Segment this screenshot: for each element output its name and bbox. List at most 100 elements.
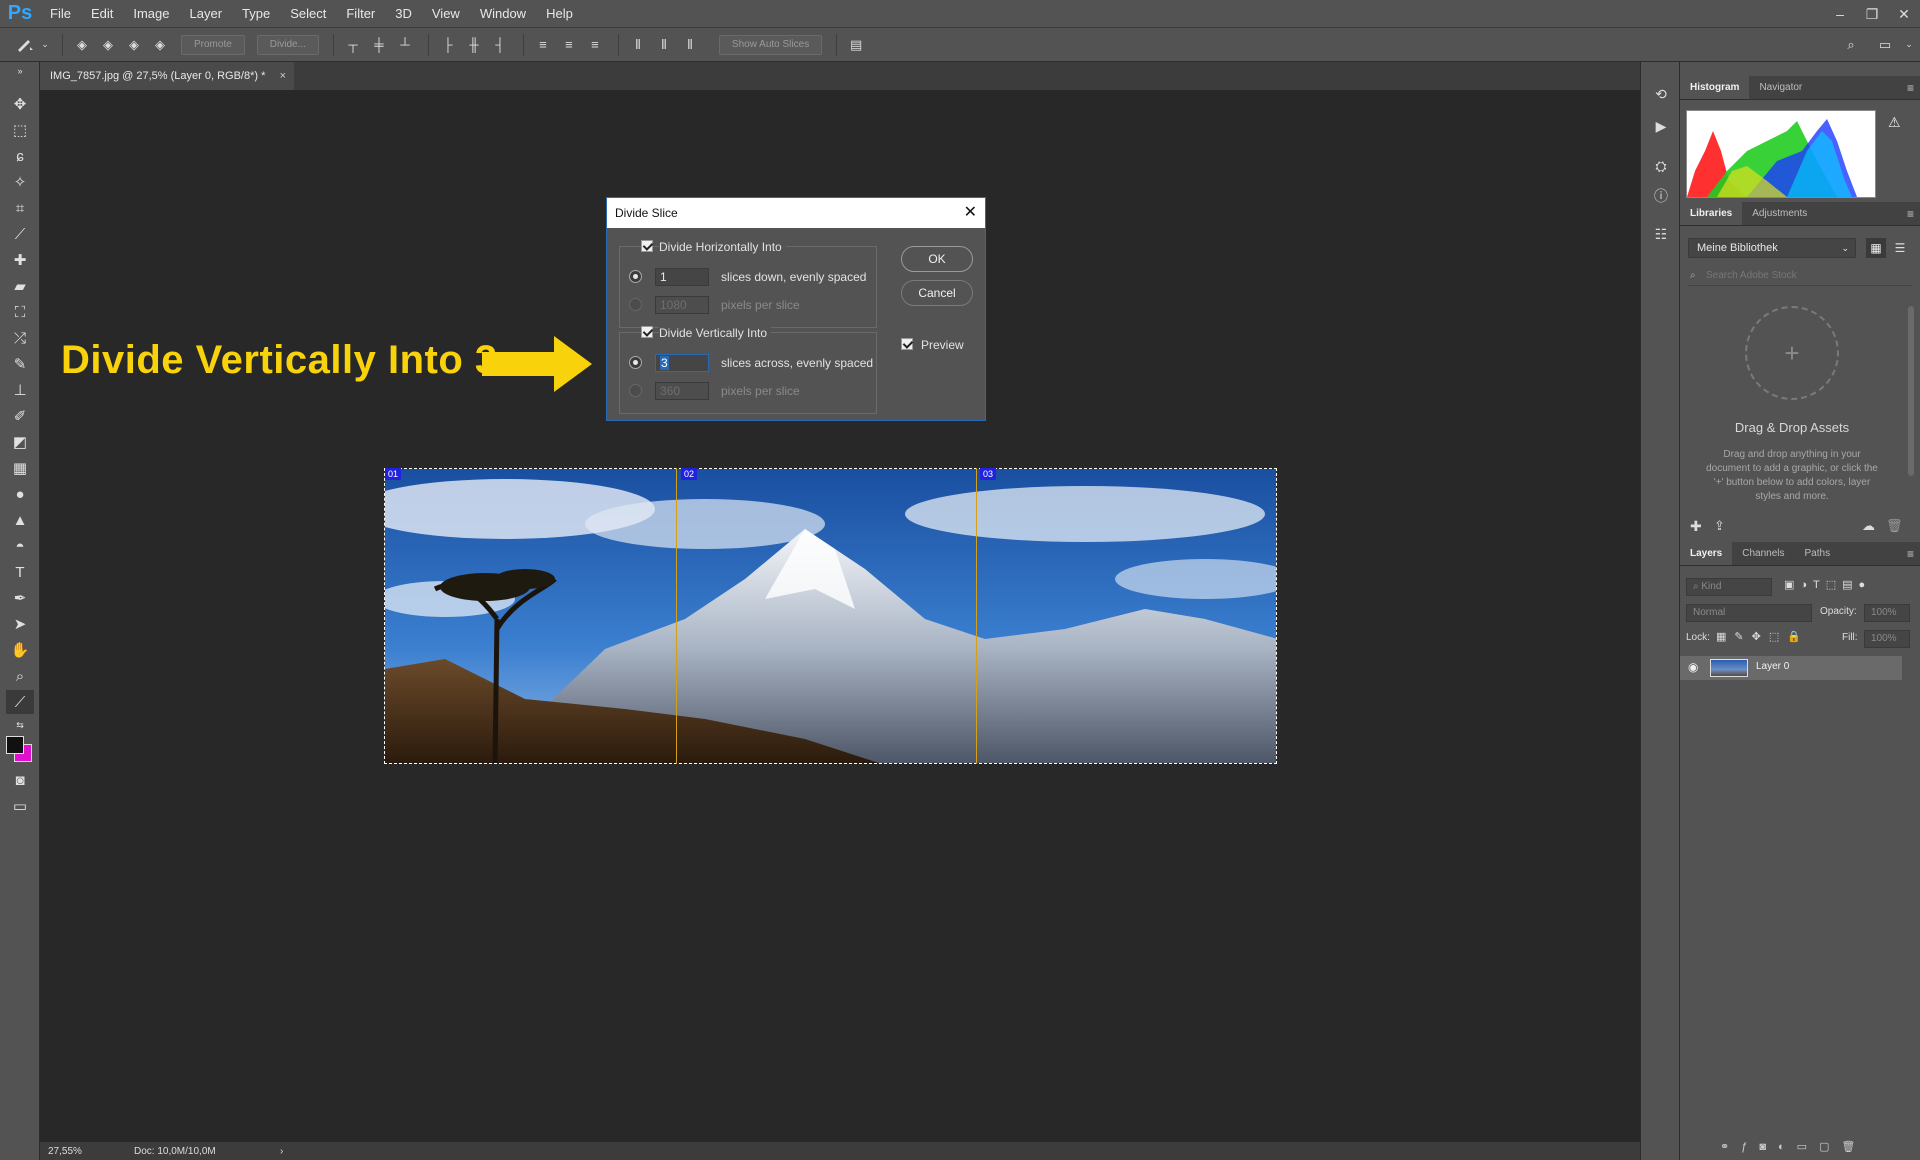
cloud-icon[interactable]: ☁ xyxy=(1862,518,1875,534)
cancel-button[interactable]: Cancel xyxy=(901,280,973,306)
distribute-left-icon[interactable]: ⫴ xyxy=(627,34,649,56)
lock-icons[interactable]: ▦✎✥⬚🔒 xyxy=(1716,630,1826,648)
library-scrollbar[interactable] xyxy=(1908,306,1914,476)
align-vcenter-icon[interactable]: ╪ xyxy=(368,34,390,56)
align-left-icon[interactable]: ├ xyxy=(437,34,459,56)
content-aware-tool-icon[interactable]: ⛶ xyxy=(6,300,34,324)
vertical-pixels-radio[interactable] xyxy=(629,384,642,397)
marquee-tool-icon[interactable]: ⬚ xyxy=(6,118,34,142)
slice-badge-01[interactable]: 01 xyxy=(385,468,402,480)
menu-view[interactable]: View xyxy=(422,0,470,28)
close-window-button[interactable]: ✕ xyxy=(1888,0,1920,28)
document-image[interactable] xyxy=(384,468,1277,764)
history-icon[interactable]: ⟲ xyxy=(1651,84,1671,104)
panel-menu-icon[interactable]: ≡ xyxy=(1907,76,1914,100)
tab-adjustments[interactable]: Adjustments xyxy=(1742,202,1817,225)
path-select-tool-icon[interactable]: ➤ xyxy=(6,612,34,636)
magic-wand-tool-icon[interactable]: ✧ xyxy=(6,170,34,194)
slice-badge-02[interactable]: 02 xyxy=(681,468,698,480)
opacity-input[interactable]: 100% xyxy=(1864,604,1910,622)
divide-button[interactable]: Divide... xyxy=(256,34,319,55)
hand-tool-icon[interactable]: ✋ xyxy=(6,638,34,662)
stock-search-input[interactable]: ⌕ Search Adobe Stock xyxy=(1688,266,1912,286)
slice-badge-03[interactable]: 03 xyxy=(980,468,997,480)
eye-icon[interactable]: ◉ xyxy=(1688,660,1698,674)
bring-forward-icon[interactable]: ◈ xyxy=(97,34,119,56)
divide-horizontally-checkbox[interactable] xyxy=(641,240,653,252)
document-tab[interactable]: IMG_7857.jpg @ 27,5% (Layer 0, RGB/8*) *… xyxy=(40,62,294,90)
blend-mode-select[interactable]: Normal xyxy=(1686,604,1812,622)
status-menu-icon[interactable]: › xyxy=(240,1146,283,1157)
vertical-slices-input[interactable]: 3 xyxy=(655,354,709,372)
menu-edit[interactable]: Edit xyxy=(81,0,123,28)
slice-select-tool-icon[interactable] xyxy=(14,34,36,56)
search-icon[interactable]: ⌕ xyxy=(1840,34,1862,56)
add-asset-icon[interactable]: + xyxy=(1745,306,1839,400)
promote-button[interactable]: Promote xyxy=(181,34,245,55)
slice-divider[interactable] xyxy=(676,468,677,764)
vertical-pixels-input[interactable]: 360 xyxy=(655,382,709,400)
distribute-top-icon[interactable]: ≡ xyxy=(532,34,554,56)
tab-paths[interactable]: Paths xyxy=(1795,542,1841,565)
distribute-vcenter-icon[interactable]: ≡ xyxy=(558,34,580,56)
menu-select[interactable]: Select xyxy=(280,0,336,28)
tab-channels[interactable]: Channels xyxy=(1732,542,1794,565)
layer-kind-filter[interactable]: ⌕ Kind xyxy=(1686,578,1772,596)
align-hcenter-icon[interactable]: ╫ xyxy=(463,34,485,56)
restore-button[interactable]: ❐ xyxy=(1856,0,1888,28)
stamp-tool-icon[interactable]: ⊥ xyxy=(6,378,34,402)
panel-menu-icon[interactable]: ≡ xyxy=(1907,542,1914,566)
horizontal-slices-input[interactable]: 1 xyxy=(655,268,709,286)
chevron-down-icon[interactable]: ⌄ xyxy=(1898,34,1920,56)
align-top-icon[interactable]: ┬ xyxy=(342,34,364,56)
lasso-tool-icon[interactable]: ɕ xyxy=(6,144,34,168)
menu-filter[interactable]: Filter xyxy=(336,0,385,28)
show-auto-slices-button[interactable]: Show Auto Slices xyxy=(718,34,823,55)
chevron-down-icon[interactable]: ⌄ xyxy=(40,34,50,56)
eyedropper-tool-icon[interactable]: ⟋ xyxy=(6,222,34,246)
layer-row[interactable]: ◉ Layer 0 xyxy=(1680,656,1902,680)
layer-bottom-icons[interactable]: ⚭ƒ◙◐▭▢🗑 xyxy=(1720,1140,1920,1156)
screen-mode-icon[interactable]: ▭ xyxy=(6,794,34,818)
blur-tool-icon[interactable]: ● xyxy=(6,482,34,506)
align-bottom-icon[interactable]: ┴ xyxy=(394,34,416,56)
patch-tool-icon[interactable]: ▰ xyxy=(6,274,34,298)
menu-layer[interactable]: Layer xyxy=(180,0,233,28)
slice-options-icon[interactable]: ▤ xyxy=(845,34,867,56)
divide-vertically-checkbox[interactable] xyxy=(641,326,653,338)
type-tool-icon[interactable]: T xyxy=(6,560,34,584)
close-icon[interactable]: ✕ xyxy=(964,198,977,228)
minimize-button[interactable]: – xyxy=(1824,0,1856,28)
layer-filter-icons[interactable]: ▣◑T⬚▤● xyxy=(1784,578,1914,596)
panel-menu-icon[interactable]: ≡ xyxy=(1907,202,1914,226)
foreground-color-swatch[interactable] xyxy=(6,736,24,754)
zoom-level[interactable]: 27,55% xyxy=(40,1146,110,1157)
grid-view-icon[interactable]: ▦ xyxy=(1866,238,1886,258)
add-icon[interactable]: ✚ xyxy=(1690,518,1702,535)
distribute-right-icon[interactable]: ⫴ xyxy=(679,34,701,56)
brush-presets-icon[interactable]: ☷ xyxy=(1651,224,1671,244)
horizontal-slices-radio[interactable] xyxy=(629,270,642,283)
quick-mask-icon[interactable]: ◙ xyxy=(6,768,34,792)
properties-icon[interactable]: ⛭ xyxy=(1651,156,1671,176)
warning-icon[interactable]: ⚠ xyxy=(1888,114,1901,131)
gradient-tool-icon[interactable]: ▦ xyxy=(6,456,34,480)
upload-icon[interactable]: ⇪ xyxy=(1714,518,1725,534)
actions-play-icon[interactable]: ▶ xyxy=(1651,116,1671,136)
align-right-icon[interactable]: ┤ xyxy=(489,34,511,56)
ok-button[interactable]: OK xyxy=(901,246,973,272)
menu-3d[interactable]: 3D xyxy=(385,0,422,28)
zoom-tool-icon[interactable]: ⌕ xyxy=(6,664,34,688)
info-icon[interactable]: ⓘ xyxy=(1651,186,1671,206)
preview-checkbox[interactable] xyxy=(901,338,913,350)
trash-icon[interactable]: 🗑 xyxy=(1886,518,1903,534)
close-icon[interactable]: × xyxy=(280,62,286,90)
slice-divider[interactable] xyxy=(976,468,977,764)
bring-to-front-icon[interactable]: ◈ xyxy=(71,34,93,56)
menu-image[interactable]: Image xyxy=(123,0,179,28)
fill-input[interactable]: 100% xyxy=(1864,630,1910,648)
healing-brush-tool-icon[interactable]: ✚ xyxy=(6,248,34,272)
tab-layers[interactable]: Layers xyxy=(1680,542,1733,565)
send-backward-icon[interactable]: ◈ xyxy=(123,34,145,56)
menu-file[interactable]: File xyxy=(40,0,81,28)
